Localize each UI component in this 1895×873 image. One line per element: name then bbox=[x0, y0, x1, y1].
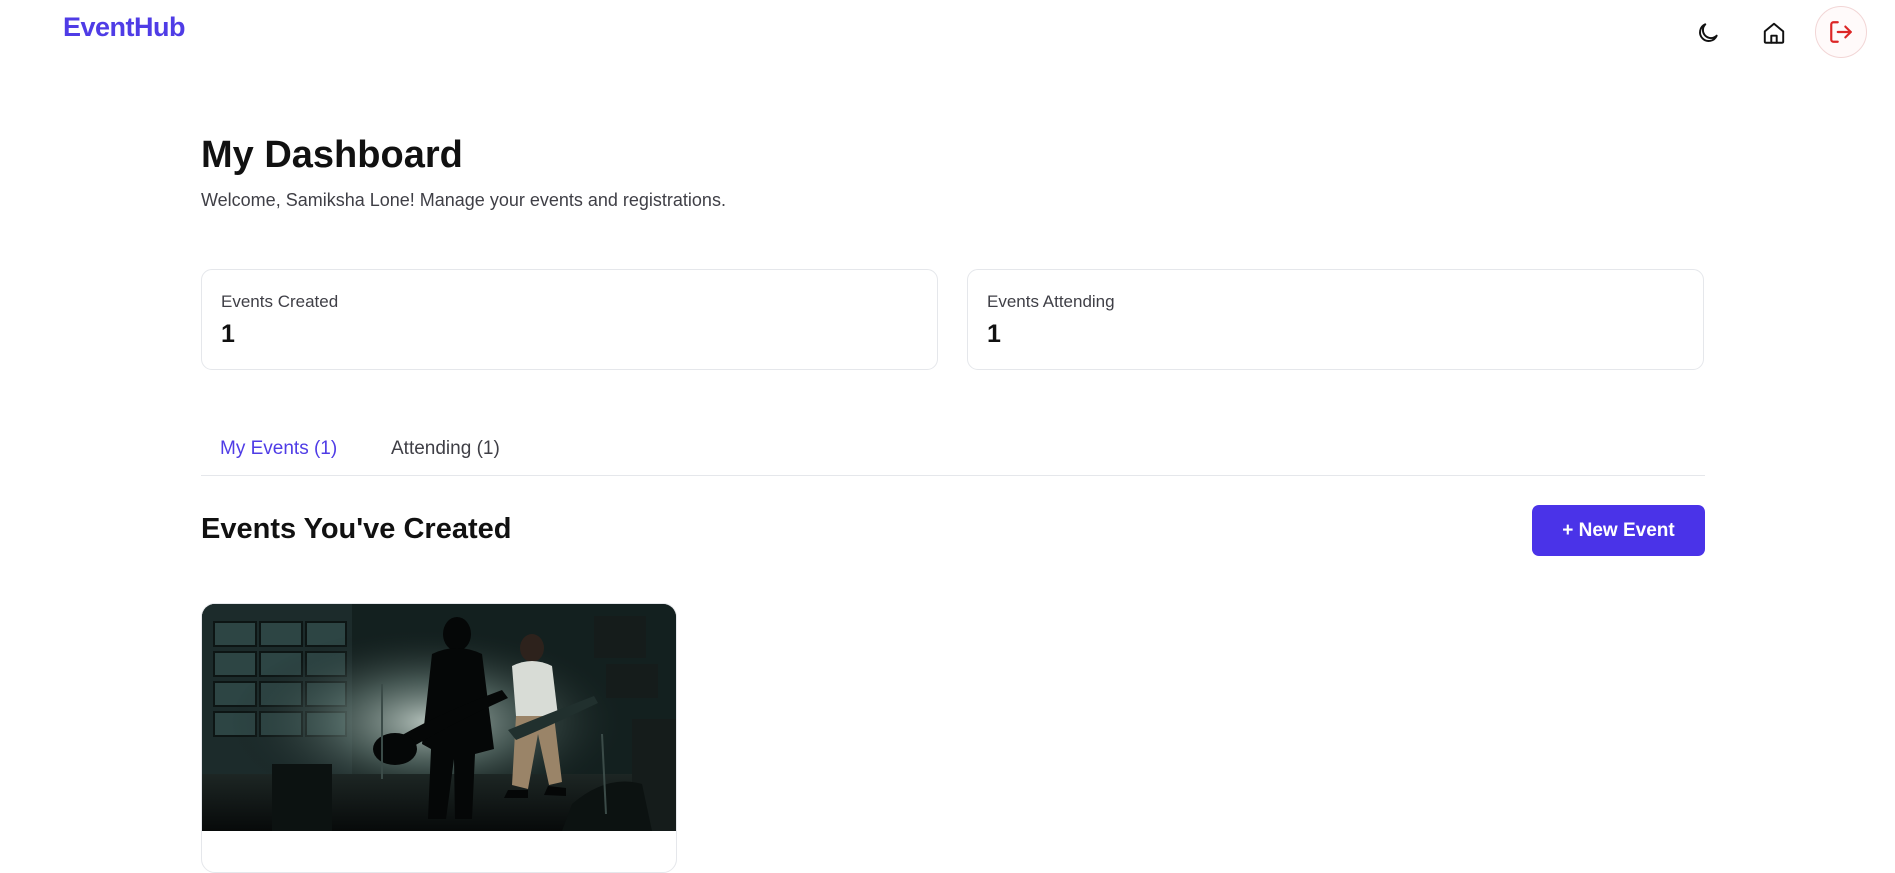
home-button[interactable] bbox=[1751, 10, 1797, 56]
eventhub-logo[interactable]: EventHub bbox=[63, 12, 186, 43]
stat-value: 1 bbox=[221, 320, 235, 348]
logout-icon bbox=[1830, 21, 1852, 43]
tab-attending[interactable]: Attending (1) bbox=[391, 438, 500, 460]
moon-icon bbox=[1699, 23, 1718, 42]
stat-label: Events Attending bbox=[987, 292, 1115, 311]
theme-toggle-button[interactable] bbox=[1685, 10, 1731, 56]
tab-my-events[interactable]: My Events (1) bbox=[220, 438, 337, 460]
dashboard-tabs: My Events (1) Attending (1) bbox=[201, 420, 1705, 476]
page-subtitle: Welcome, Samiksha Lone! Manage your even… bbox=[201, 190, 726, 210]
logout-button[interactable] bbox=[1815, 6, 1867, 58]
section-title: Events You've Created bbox=[201, 513, 512, 545]
event-card[interactable] bbox=[201, 603, 677, 873]
new-event-button[interactable]: + New Event bbox=[1532, 505, 1705, 556]
page-title: My Dashboard bbox=[201, 134, 463, 176]
stat-card-events-created: Events Created 1 bbox=[201, 269, 938, 370]
concert-photo bbox=[202, 604, 676, 831]
navbar: EventHub bbox=[0, 0, 1895, 58]
home-icon bbox=[1763, 22, 1785, 44]
stat-label: Events Created bbox=[221, 292, 339, 311]
event-image bbox=[202, 604, 676, 831]
stat-value: 1 bbox=[987, 320, 1001, 348]
stat-card-events-attending: Events Attending 1 bbox=[967, 269, 1704, 370]
